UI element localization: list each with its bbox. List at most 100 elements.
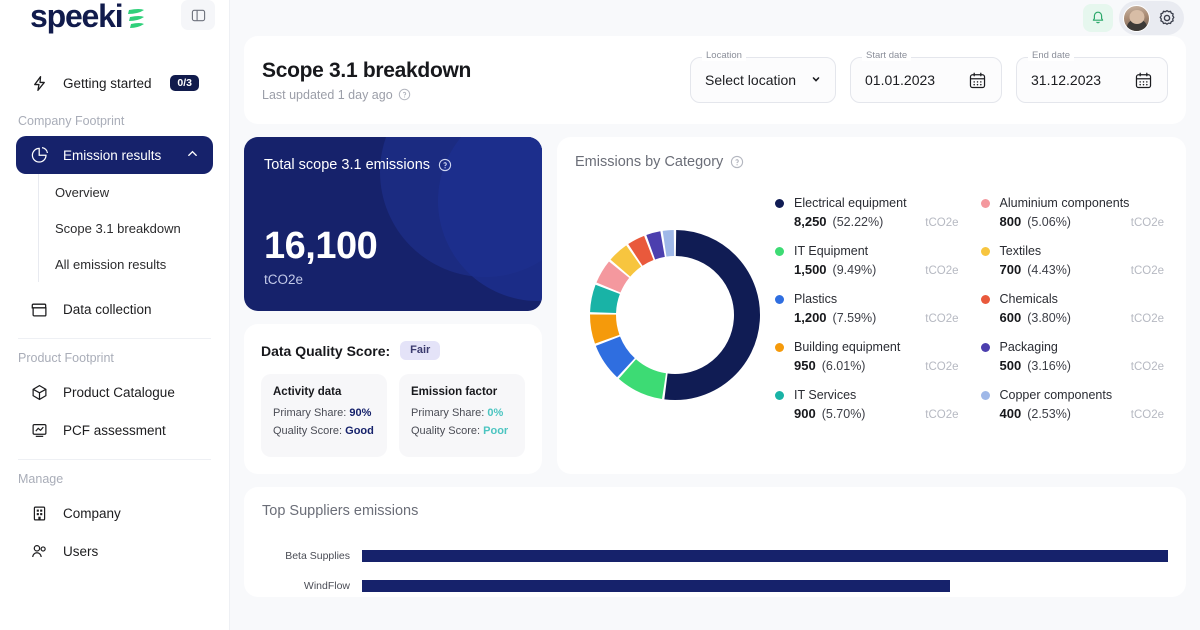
legend-label: Chemicals [999, 292, 1058, 306]
legend-label: Copper components [999, 388, 1113, 402]
donut-segment[interactable] [662, 230, 675, 257]
legend-item[interactable]: IT Equipment 1,500 (9.49%) tCO2e [775, 244, 963, 277]
legend-value: 900 [794, 406, 816, 421]
legend-item[interactable]: Chemicals 600 (3.80%) tCO2e [980, 292, 1169, 325]
supplier-bar-track [362, 580, 1168, 592]
legend-label: Electrical equipment [794, 196, 907, 210]
sidebar-section-company-footprint: Company Footprint [18, 114, 125, 128]
legend-color-dot [980, 342, 990, 352]
legend-top: Copper components [980, 388, 1169, 402]
legend-item[interactable]: Aluminium components 800 (5.06%) tCO2e [980, 196, 1169, 229]
legend-item[interactable]: Packaging 500 (3.16%) tCO2e [980, 340, 1169, 373]
legend-item[interactable]: Plastics 1,200 (7.59%) tCO2e [775, 292, 963, 325]
start-date-input[interactable]: Start date 01.01.2023 [850, 51, 1002, 103]
legend-percent: (3.80%) [1027, 311, 1071, 325]
legend-percent: (52.22%) [832, 215, 884, 229]
legend-color-dot [775, 294, 784, 304]
sidebar-item-company[interactable]: Company [16, 494, 213, 532]
supplier-bar-row: WindFlow [262, 571, 1168, 597]
caret-down-icon [811, 71, 821, 89]
legend-item[interactable]: Textiles 700 (4.43%) tCO2e [980, 244, 1169, 277]
sidebar-item-pcf-assessment[interactable]: PCF assessment [16, 411, 213, 449]
panel-layout-icon [191, 9, 205, 21]
sidebar-item-all-emission-results[interactable]: All emission results [55, 246, 213, 282]
total-emissions-title: Total scope 3.1 emissions [264, 157, 431, 173]
end-date-input[interactable]: End date 31.12.2023 [1016, 51, 1168, 103]
label: Primary Share: [411, 407, 485, 419]
info-circle-icon [438, 158, 452, 172]
sidebar-item-scope-31-breakdown[interactable]: Scope 3.1 breakdown [55, 210, 213, 246]
donut-chart-svg[interactable] [584, 224, 766, 406]
data-quality-title: Data Quality Score: [261, 342, 391, 359]
legend-top: Packaging [980, 340, 1169, 354]
page-header-text: Scope 3.1 breakdown Last updated 1 day a… [262, 59, 471, 102]
info-circle-icon [731, 155, 744, 169]
supplier-bar[interactable] [362, 550, 1168, 562]
total-emissions-value: 16,100 [264, 225, 378, 267]
sidebar-item-users[interactable]: Users [16, 532, 213, 570]
sidebar-item-getting-started[interactable]: Getting started 0/3 [16, 64, 213, 102]
dashboard-row: Total scope 3.1 emissions 16,100 tCO2e D… [244, 137, 1186, 474]
panel-toggle-button[interactable] [181, 0, 215, 30]
activity-data-box: Activity data Primary Share: 90% Quality… [261, 374, 387, 457]
donut-segment[interactable] [595, 335, 636, 378]
legend-item[interactable]: Electrical equipment 8,250 (52.22%) tCO2e [775, 196, 963, 229]
activity-data-title: Activity data [273, 386, 342, 398]
page-title: Scope 3.1 breakdown [262, 58, 472, 82]
legend-item[interactable]: IT Services 900 (5.70%) tCO2e [775, 388, 963, 421]
location-select[interactable]: Location Select location [690, 51, 836, 103]
legend-item[interactable]: Copper components 400 (2.53%) tCO2e [980, 388, 1169, 421]
donut-segment[interactable] [618, 358, 667, 400]
start-date-value: 01.01.2023 [865, 72, 936, 88]
legend-values: 500 (3.16%) tCO2e [981, 358, 1169, 373]
sidebar-item-data-collection[interactable]: Data collection [16, 290, 213, 328]
sidebar-item-emission-results[interactable]: Emission results [16, 136, 213, 174]
activity-primary-share: Primary Share: 90% [273, 407, 375, 419]
donut-segment[interactable] [590, 314, 620, 344]
donut-segment[interactable] [628, 235, 654, 266]
notifications-button[interactable] [1083, 4, 1113, 32]
bell-icon [1092, 11, 1104, 24]
avatar[interactable] [1123, 4, 1150, 32]
legend-value: 950 [794, 358, 816, 373]
user-menu[interactable] [1119, 1, 1184, 35]
sidebar-item-product-catalogue[interactable]: Product Catalogue [16, 373, 213, 411]
legend-unit: tCO2e [1130, 265, 1164, 277]
supplier-bar-row: Beta Supplies [262, 541, 1168, 571]
sidebar: speeki Getting started 0/3 Company Footp… [0, 0, 230, 630]
legend-values: 950 (6.01%) tCO2e [775, 358, 963, 373]
sidebar-divider [18, 459, 211, 460]
suppliers-bar-chart: Beta Supplies WindFlow [262, 541, 1168, 597]
donut-segment[interactable] [590, 284, 621, 314]
legend-value: 800 [999, 214, 1022, 229]
donut-segment[interactable] [646, 231, 666, 260]
donut-segment[interactable] [596, 261, 630, 293]
donut-segment[interactable] [610, 245, 642, 277]
chevron-up-icon[interactable] [186, 147, 199, 163]
emission-primary-share: Primary Share: 0% [411, 407, 513, 419]
location-legend: Location [702, 51, 746, 61]
legend-top: Textiles [980, 244, 1169, 258]
legend-values: 1,500 (9.49%) tCO2e [775, 262, 963, 277]
chart-title: Emissions by Category [575, 154, 724, 170]
supplier-bar[interactable] [362, 580, 951, 592]
total-emissions-unit: tCO2e [264, 272, 304, 287]
topbar [244, 0, 1186, 36]
users-icon [30, 542, 49, 561]
sidebar-item-overview[interactable]: Overview [55, 174, 213, 210]
label: Primary Share: [273, 407, 347, 419]
legend-item[interactable]: Building equipment 950 (6.01%) tCO2e [775, 340, 963, 373]
legend-label: Building equipment [794, 340, 901, 354]
legend-value: 600 [999, 310, 1022, 325]
chart-legend: Electrical equipment 8,250 (52.22%) tCO2e IT… [775, 186, 1168, 436]
lightning-bolt-icon [30, 74, 49, 93]
sidebar-item-label: Product Catalogue [63, 384, 175, 400]
legend-values: 1,200 (7.59%) tCO2e [775, 310, 963, 325]
value: Poor [483, 425, 509, 437]
supplier-label: WindFlow [303, 580, 350, 592]
chart-body: Electrical equipment 8,250 (52.22%) tCO2e IT… [575, 186, 1168, 436]
gear-icon [1159, 9, 1175, 25]
legend-percent: (4.43%) [1027, 263, 1071, 277]
box-icon [30, 300, 49, 319]
donut-segment[interactable] [664, 230, 760, 400]
